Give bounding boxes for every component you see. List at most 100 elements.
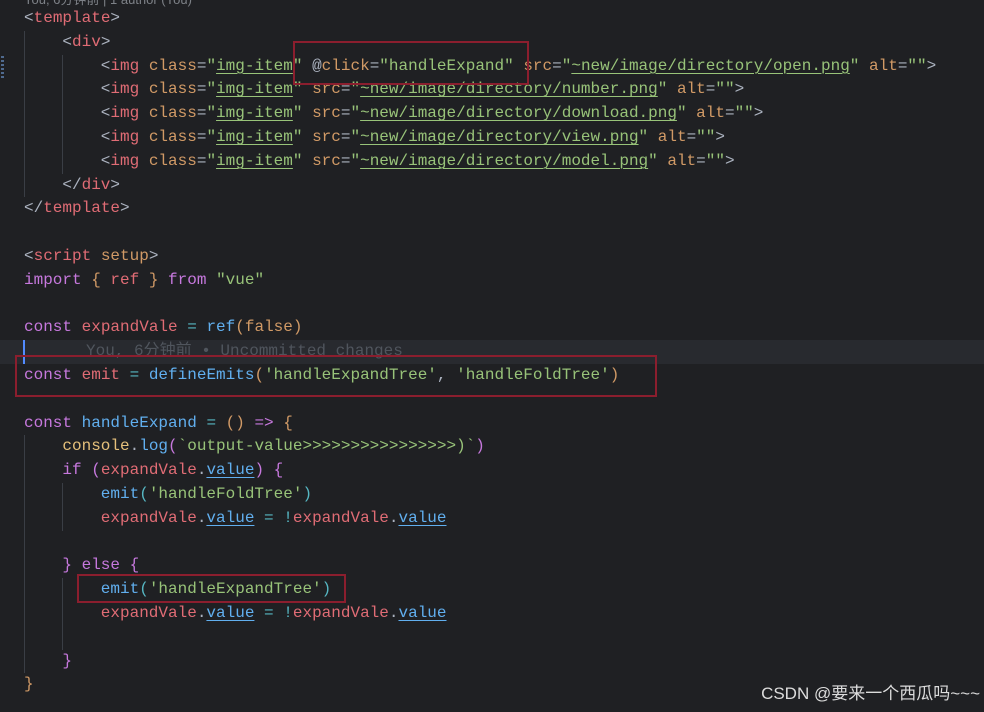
code-line[interactable]: emit('handleFoldTree') xyxy=(24,483,312,507)
code-token: class xyxy=(139,56,197,75)
code-token: expandVale xyxy=(292,508,389,527)
code-token: = xyxy=(724,104,735,123)
code-token: " xyxy=(206,151,217,170)
code-token: " xyxy=(657,80,668,99)
code-token: </ xyxy=(62,175,82,194)
code-token: = xyxy=(897,56,908,75)
code-token: const xyxy=(24,413,82,432)
code-line[interactable]: <template> xyxy=(24,7,120,31)
code-token: ref xyxy=(206,318,236,337)
code-token: = xyxy=(206,413,226,432)
code-token: value xyxy=(206,604,255,622)
code-token: ( xyxy=(139,485,149,503)
code-token: > xyxy=(926,56,937,75)
code-token: ) xyxy=(292,318,303,337)
code-token: ! xyxy=(283,604,293,622)
code-line[interactable]: expandVale.value = !expandVale.value xyxy=(24,602,447,626)
code-token: = xyxy=(196,128,207,146)
code-token: img-item xyxy=(216,56,293,75)
annotation-box-click-handler xyxy=(293,41,529,85)
code-token: `output-value>>>>>>>>>>>>>>>>)` xyxy=(177,437,476,456)
code-line[interactable]: const handleExpand = () => { xyxy=(24,412,293,436)
code-token: < xyxy=(100,151,111,170)
code-line[interactable]: <script setup> xyxy=(24,245,158,269)
code-token: expandVale xyxy=(100,508,197,527)
code-token: > xyxy=(715,128,725,146)
code-token: = xyxy=(254,508,284,527)
code-line[interactable]: expandVale.value = !expandVale.value xyxy=(24,507,447,531)
code-token: ) xyxy=(254,461,265,480)
code-token: = xyxy=(686,128,697,146)
code-token: > xyxy=(148,247,159,265)
code-line[interactable]: const expandVale = ref(false) xyxy=(24,316,302,340)
code-token: import xyxy=(24,270,92,289)
code-token: </ xyxy=(24,199,44,218)
code-token: 'handleFoldTree' xyxy=(148,485,303,503)
code-token: img-item xyxy=(216,151,293,170)
code-token: " xyxy=(638,128,649,146)
code-token: > xyxy=(724,151,735,170)
code-token: "" xyxy=(715,80,735,99)
code-token: = xyxy=(196,80,207,99)
code-token: < xyxy=(24,9,34,27)
code-token: src xyxy=(302,151,341,170)
code-token: " xyxy=(676,104,687,123)
code-token: setup xyxy=(91,247,149,265)
code-token: < xyxy=(100,104,111,123)
code-token: ref xyxy=(100,270,149,289)
code-token: = xyxy=(254,604,284,622)
code-line[interactable]: </template> xyxy=(24,197,130,221)
code-line[interactable]: console.log(`output-value>>>>>>>>>>>>>>>… xyxy=(24,435,485,459)
code-token: "" xyxy=(734,104,754,123)
code-token: img xyxy=(110,128,140,146)
code-token: < xyxy=(100,80,111,99)
code-token: img-item xyxy=(216,128,293,146)
code-token: value xyxy=(206,461,255,480)
code-line[interactable] xyxy=(24,531,62,555)
code-token: "" xyxy=(907,56,927,75)
code-line[interactable]: import { ref } from "vue" xyxy=(24,269,264,293)
code-editor[interactable]: You, 6分钟前 | 1 author (You) <template><di… xyxy=(0,0,984,712)
git-change-marker[interactable] xyxy=(1,56,4,78)
code-token: console xyxy=(62,437,130,456)
code-token: = xyxy=(196,151,207,170)
code-line[interactable]: <img class="img-item" src="~new/image/di… xyxy=(24,126,725,150)
code-line[interactable]: </div> xyxy=(24,174,120,198)
code-token: > xyxy=(110,175,121,194)
code-token: { xyxy=(264,461,284,480)
code-line[interactable] xyxy=(24,626,101,650)
code-token: "vue" xyxy=(216,270,265,289)
code-token: { xyxy=(283,413,293,432)
code-token: script xyxy=(33,247,92,265)
code-line[interactable]: } xyxy=(24,673,34,697)
code-token: alt xyxy=(859,56,898,75)
code-token: > xyxy=(100,32,111,51)
code-token: if xyxy=(62,461,92,480)
code-token: => xyxy=(254,413,284,432)
code-token: " xyxy=(648,151,658,170)
code-token: class xyxy=(139,151,197,170)
code-token: img xyxy=(110,104,140,123)
code-token: img-item xyxy=(216,104,293,123)
code-token: const xyxy=(24,318,82,337)
code-token: " xyxy=(206,104,217,123)
code-token: template xyxy=(43,199,121,218)
code-line[interactable]: <div> xyxy=(24,31,110,55)
code-token: = xyxy=(196,104,207,123)
code-token: alt xyxy=(686,104,725,123)
code-line[interactable]: <img class="img-item" src="~new/image/di… xyxy=(24,150,735,174)
code-token: ) xyxy=(475,437,485,456)
code-token: " xyxy=(350,104,361,123)
code-line[interactable]: } xyxy=(24,650,72,674)
code-token: template xyxy=(33,9,111,27)
code-line[interactable]: if (expandVale.value) { xyxy=(24,459,283,483)
code-token: ~new/image/directory/model.png xyxy=(360,151,649,170)
code-token: = xyxy=(187,318,207,337)
code-token: ( xyxy=(235,318,245,337)
code-token: img-item xyxy=(216,80,293,99)
code-line[interactable]: <img class="img-item" src="~new/image/di… xyxy=(24,102,764,126)
code-token: expandVale xyxy=(81,318,188,337)
code-token: = xyxy=(552,56,562,75)
code-token: < xyxy=(24,247,34,265)
code-token: img xyxy=(110,151,140,170)
